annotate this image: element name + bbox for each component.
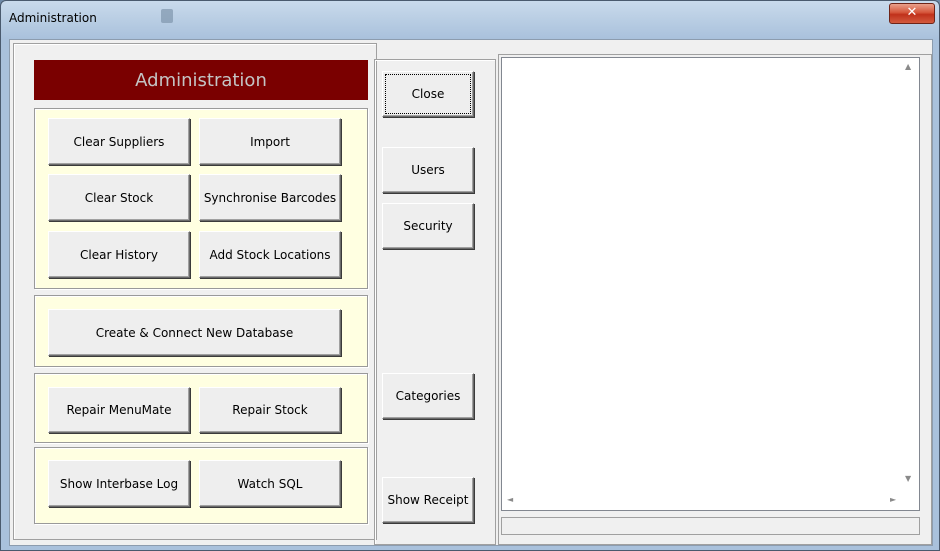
maintenance-group: Clear Suppliers Import Clear Stock Synch… bbox=[34, 108, 368, 289]
scroll-left-icon[interactable]: ◄ bbox=[507, 495, 513, 504]
scroll-down-icon[interactable]: ▼ bbox=[905, 474, 911, 483]
users-button[interactable]: Users bbox=[382, 147, 474, 193]
logs-group: Show Interbase Log Watch SQL bbox=[34, 447, 368, 524]
repair-stock-button[interactable]: Repair Stock bbox=[199, 387, 341, 433]
watch-sql-button[interactable]: Watch SQL bbox=[199, 460, 341, 507]
app-icon bbox=[161, 9, 173, 23]
output-textarea[interactable] bbox=[501, 57, 920, 511]
clear-history-button[interactable]: Clear History bbox=[48, 231, 190, 278]
create-connect-database-button[interactable]: Create & Connect New Database bbox=[48, 309, 341, 356]
show-interbase-log-button[interactable]: Show Interbase Log bbox=[48, 460, 190, 507]
client-area: Administration Clear Suppliers Import Cl… bbox=[9, 39, 933, 546]
scroll-right-icon[interactable]: ► bbox=[890, 495, 896, 504]
repair-menumate-button[interactable]: Repair MenuMate bbox=[48, 387, 190, 433]
import-button[interactable]: Import bbox=[199, 118, 341, 165]
scroll-up-icon[interactable]: ▲ bbox=[905, 62, 911, 71]
window-title: Administration bbox=[9, 11, 97, 25]
window-close-button[interactable]: ✕ bbox=[889, 3, 935, 24]
clear-suppliers-button[interactable]: Clear Suppliers bbox=[48, 118, 190, 165]
clear-stock-button[interactable]: Clear Stock bbox=[48, 174, 190, 221]
admin-header: Administration bbox=[34, 60, 368, 100]
administration-window: Administration ✕ Administration Clear Su… bbox=[0, 0, 940, 551]
categories-button[interactable]: Categories bbox=[382, 373, 474, 419]
synchronise-barcodes-button[interactable]: Synchronise Barcodes bbox=[199, 174, 341, 221]
vertical-scrollbar[interactable]: ▲ ▼ bbox=[900, 58, 917, 508]
database-group: Create & Connect New Database bbox=[34, 295, 368, 367]
horizontal-scrollbar[interactable]: ◄ ► bbox=[502, 491, 900, 508]
side-button-panel bbox=[374, 59, 496, 545]
title-bar[interactable]: Administration ✕ bbox=[1, 1, 939, 39]
repair-group: Repair MenuMate Repair Stock bbox=[34, 373, 368, 443]
add-stock-locations-button[interactable]: Add Stock Locations bbox=[199, 231, 341, 278]
status-bar bbox=[501, 517, 920, 535]
security-button[interactable]: Security bbox=[382, 203, 474, 249]
close-button[interactable]: Close bbox=[382, 71, 474, 117]
show-receipt-button[interactable]: Show Receipt bbox=[382, 477, 474, 523]
